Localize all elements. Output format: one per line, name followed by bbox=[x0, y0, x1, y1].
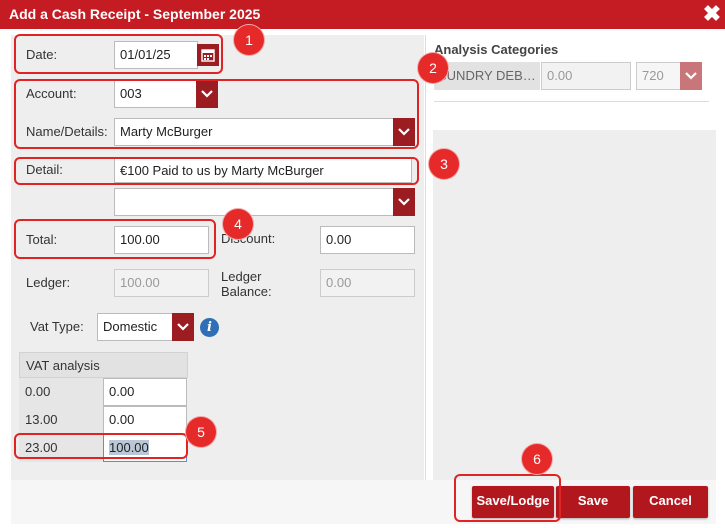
ledger-input: 100.00 bbox=[114, 269, 209, 297]
chevron-down-icon[interactable] bbox=[172, 313, 194, 341]
callout-box-1 bbox=[14, 34, 223, 74]
callout-box-6 bbox=[454, 474, 561, 522]
callout-badge-5: 5 bbox=[186, 417, 216, 447]
window-title: Add a Cash Receipt - September 2025 bbox=[9, 6, 261, 22]
discount-input[interactable]: 0.00 bbox=[320, 226, 415, 254]
callout-box-3 bbox=[14, 157, 419, 185]
vat-amount-input[interactable]: 0.00 bbox=[103, 406, 187, 434]
save-button[interactable]: Save bbox=[556, 486, 630, 518]
ledger-label: Ledger: bbox=[26, 275, 71, 290]
chevron-down-icon[interactable] bbox=[393, 188, 415, 216]
ledger-balance-input: 0.00 bbox=[320, 269, 415, 297]
callout-badge-4: 4 bbox=[223, 209, 253, 239]
ledger-balance-label-line2: Balance: bbox=[221, 284, 272, 299]
callout-box-5 bbox=[14, 433, 188, 459]
vat-analysis-header: VAT analysis bbox=[19, 352, 188, 378]
analysis-categories-title: Analysis Categories bbox=[434, 42, 559, 57]
callout-badge-1: 1 bbox=[234, 25, 264, 55]
panel-divider bbox=[425, 35, 426, 480]
ledger-balance-label-line1: Ledger bbox=[221, 269, 262, 284]
vat-rate: 0.00 bbox=[25, 384, 51, 399]
callout-box-2 bbox=[14, 79, 419, 149]
analysis-category-name: SUNDRY DEB… bbox=[434, 62, 540, 90]
vat-amount-input[interactable]: 0.00 bbox=[103, 378, 187, 406]
callout-badge-6: 6 bbox=[522, 444, 552, 474]
chevron-down-icon bbox=[680, 62, 702, 90]
analysis-panel-background bbox=[433, 130, 716, 480]
callout-badge-3: 3 bbox=[429, 149, 459, 179]
vat-type-label: Vat Type: bbox=[30, 319, 84, 334]
cancel-button[interactable]: Cancel bbox=[633, 486, 708, 518]
close-icon[interactable]: ✖ bbox=[701, 3, 723, 25]
detail-template-select[interactable] bbox=[114, 188, 415, 216]
analysis-amount-input: 0.00 bbox=[541, 62, 631, 90]
callout-badge-2: 2 bbox=[418, 53, 448, 83]
info-icon[interactable]: i bbox=[200, 318, 219, 337]
callout-box-4 bbox=[14, 219, 216, 259]
vat-rate: 13.00 bbox=[25, 412, 58, 427]
